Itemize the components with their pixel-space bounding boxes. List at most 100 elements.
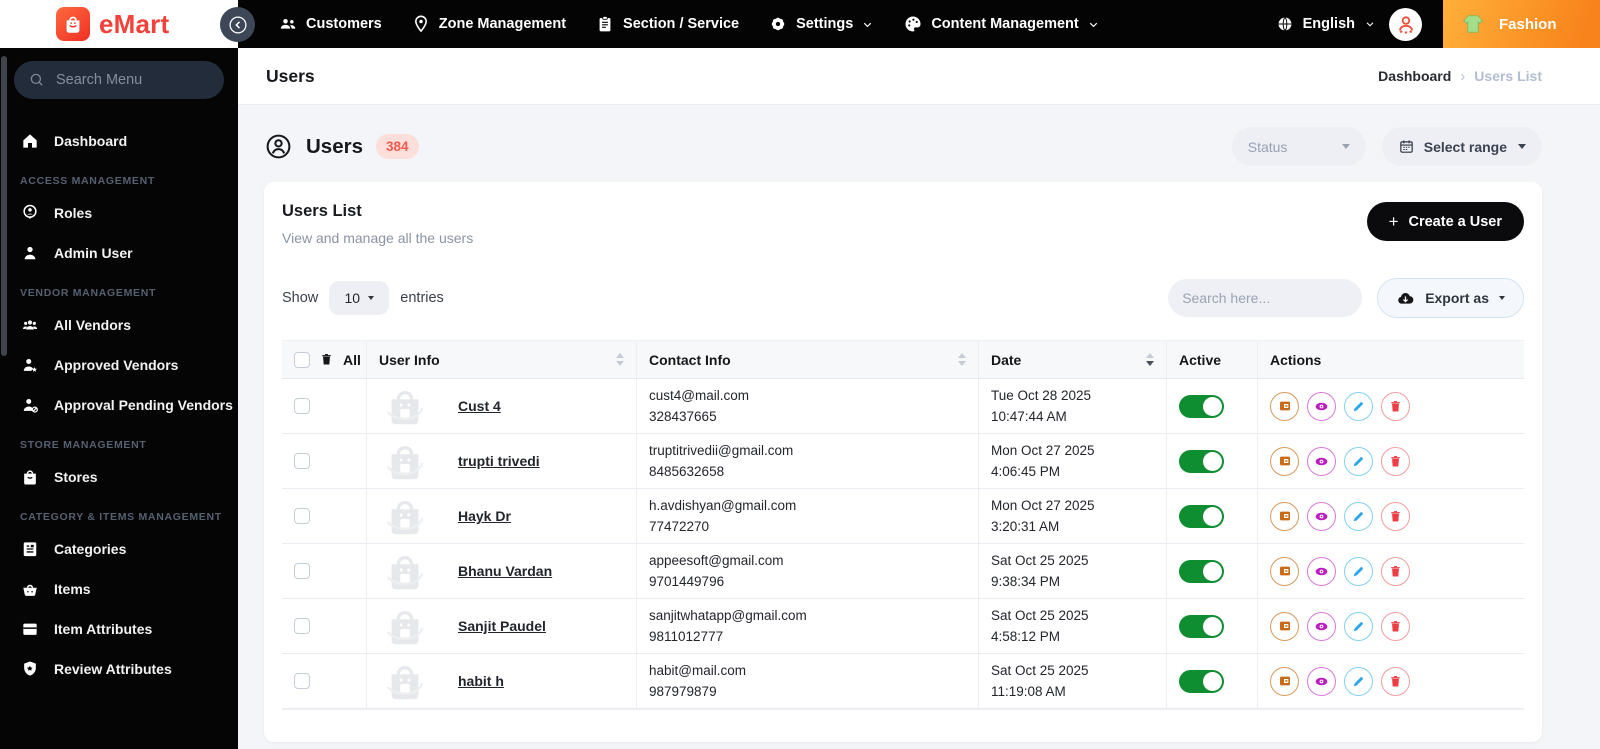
table-search-input[interactable] bbox=[1182, 290, 1364, 306]
edit-button[interactable] bbox=[1344, 666, 1373, 696]
view-button[interactable] bbox=[1307, 391, 1336, 421]
manage-wallet-button[interactable] bbox=[1270, 666, 1299, 696]
nav-item-section-service[interactable]: Section / Service bbox=[595, 14, 739, 34]
date-range-dropdown[interactable]: Select range bbox=[1381, 127, 1542, 166]
toggle-knob bbox=[1203, 561, 1222, 581]
nav-label: Settings bbox=[796, 16, 854, 32]
card-header: Users List View and manage all the users… bbox=[282, 202, 1524, 246]
view-button[interactable] bbox=[1307, 611, 1336, 641]
edit-button[interactable] bbox=[1344, 501, 1373, 531]
sidebar-item-stores[interactable]: Stores bbox=[14, 457, 224, 497]
created-date: Sat Oct 25 2025 bbox=[991, 663, 1089, 678]
user-name-link[interactable]: Sanjit Paudel bbox=[458, 618, 546, 634]
sidebar-item-dashboard[interactable]: Dashboard bbox=[14, 121, 224, 161]
row-checkbox[interactable] bbox=[294, 508, 310, 524]
user-info-cell: Bhanu Vardan bbox=[366, 544, 636, 598]
manage-wallet-button[interactable] bbox=[1270, 611, 1299, 641]
active-toggle[interactable] bbox=[1179, 559, 1224, 583]
language-selector[interactable]: English bbox=[1276, 15, 1376, 33]
manage-wallet-button[interactable] bbox=[1270, 501, 1299, 531]
user-name-link[interactable]: habit h bbox=[458, 673, 504, 689]
export-as-button[interactable]: Export as bbox=[1377, 278, 1524, 318]
view-button[interactable] bbox=[1307, 556, 1336, 586]
sidebar-item-categories[interactable]: Categories bbox=[14, 529, 224, 569]
edit-button[interactable] bbox=[1344, 391, 1373, 421]
delete-button[interactable] bbox=[1381, 611, 1410, 641]
view-button[interactable] bbox=[1307, 666, 1336, 696]
view-button[interactable] bbox=[1307, 446, 1336, 476]
row-checkbox[interactable] bbox=[294, 398, 310, 414]
sidebar-item-items[interactable]: Items bbox=[14, 569, 224, 609]
view-button[interactable] bbox=[1307, 501, 1336, 531]
row-checkbox[interactable] bbox=[294, 563, 310, 579]
nav-item-customers[interactable]: Customers bbox=[278, 14, 382, 34]
delete-button[interactable] bbox=[1381, 446, 1410, 476]
sidebar-item-all-vendors[interactable]: All Vendors bbox=[14, 305, 224, 345]
active-toggle[interactable] bbox=[1179, 449, 1224, 473]
active-toggle[interactable] bbox=[1179, 394, 1224, 418]
create-user-button[interactable]: + Create a User bbox=[1366, 202, 1524, 241]
edit-button[interactable] bbox=[1344, 556, 1373, 586]
column-header-contact-info[interactable]: Contact Info bbox=[636, 341, 978, 378]
user-name-link[interactable]: Bhanu Vardan bbox=[458, 563, 552, 579]
user-name-link[interactable]: trupti trivedi bbox=[458, 453, 540, 469]
delete-button[interactable] bbox=[1381, 501, 1410, 531]
user-phone: 9811012777 bbox=[649, 629, 724, 644]
user-email: cust4@mail.com bbox=[649, 388, 749, 403]
sidebar-item-approval-pending-vendors[interactable]: Approval Pending Vendors bbox=[14, 385, 233, 425]
section-label-access-management: ACCESS MANAGEMENT bbox=[20, 175, 155, 187]
manage-wallet-button[interactable] bbox=[1270, 556, 1299, 586]
nav-item-settings[interactable]: Settings bbox=[768, 14, 874, 34]
edit-button[interactable] bbox=[1344, 611, 1373, 641]
manage-wallet-button[interactable] bbox=[1270, 391, 1299, 421]
sidebar-item-review-attributes[interactable]: Review Attributes bbox=[14, 649, 224, 689]
profile-avatar[interactable] bbox=[1389, 7, 1422, 41]
column-header-user-info[interactable]: User Info bbox=[366, 341, 636, 378]
edit-button[interactable] bbox=[1344, 446, 1373, 476]
store-switcher[interactable]: Fashion bbox=[1443, 0, 1600, 48]
sidebar-collapse-button[interactable] bbox=[220, 7, 255, 42]
sort-icon[interactable] bbox=[616, 353, 624, 366]
row-checkbox[interactable] bbox=[294, 673, 310, 689]
cloud-download-icon bbox=[1398, 292, 1414, 304]
nav-item-zone-management[interactable]: Zone Management bbox=[411, 14, 566, 34]
active-toggle[interactable] bbox=[1179, 669, 1224, 693]
row-checkbox[interactable] bbox=[294, 618, 310, 634]
user-name-link[interactable]: Cust 4 bbox=[458, 398, 501, 414]
column-header-date[interactable]: Date bbox=[978, 341, 1166, 378]
active-cell bbox=[1166, 544, 1257, 598]
delete-button[interactable] bbox=[1381, 391, 1410, 421]
page-size-select[interactable]: 10 bbox=[329, 281, 390, 315]
chevron-down-icon bbox=[864, 22, 872, 27]
search-icon bbox=[30, 73, 43, 86]
select-all-checkbox[interactable] bbox=[294, 351, 310, 368]
contact-info-cell: appeesoft@gmail.com 9701449796 bbox=[636, 544, 978, 598]
breadcrumb-dashboard[interactable]: Dashboard bbox=[1378, 68, 1451, 84]
nav-label: Customers bbox=[306, 16, 382, 32]
active-toggle[interactable] bbox=[1179, 504, 1224, 528]
sort-icon[interactable] bbox=[958, 353, 966, 366]
sidebar-search[interactable] bbox=[14, 61, 224, 99]
brand[interactable]: eMart bbox=[0, 0, 238, 48]
sidebar-search-input[interactable] bbox=[56, 72, 206, 88]
table-search[interactable] bbox=[1168, 279, 1364, 317]
delete-button[interactable] bbox=[1381, 666, 1410, 696]
sidebar-scrollbar[interactable] bbox=[1, 56, 7, 356]
sort-icon-active[interactable] bbox=[1146, 353, 1154, 366]
column-label: User Info bbox=[379, 351, 440, 368]
user-email: truptitrivedii@gmail.com bbox=[649, 443, 794, 458]
user-email: sanjitwhatapp@gmail.com bbox=[649, 608, 807, 623]
status-filter-dropdown[interactable]: Status bbox=[1231, 127, 1366, 166]
sidebar-item-roles[interactable]: Roles bbox=[14, 193, 224, 233]
bulk-delete-trash-icon[interactable] bbox=[319, 352, 334, 367]
date-cell: Tue Oct 28 2025 10:47:44 AM bbox=[978, 379, 1166, 433]
sidebar-item-item-attributes[interactable]: Item Attributes bbox=[14, 609, 224, 649]
delete-button[interactable] bbox=[1381, 556, 1410, 586]
row-checkbox[interactable] bbox=[294, 453, 310, 469]
nav-item-content-management[interactable]: Content Management bbox=[903, 14, 1099, 34]
manage-wallet-button[interactable] bbox=[1270, 446, 1299, 476]
user-name-link[interactable]: Hayk Dr bbox=[458, 508, 511, 524]
sidebar-item-approved-vendors[interactable]: Approved Vendors bbox=[14, 345, 224, 385]
active-toggle[interactable] bbox=[1179, 614, 1224, 638]
sidebar-item-admin-user[interactable]: Admin User bbox=[14, 233, 224, 273]
